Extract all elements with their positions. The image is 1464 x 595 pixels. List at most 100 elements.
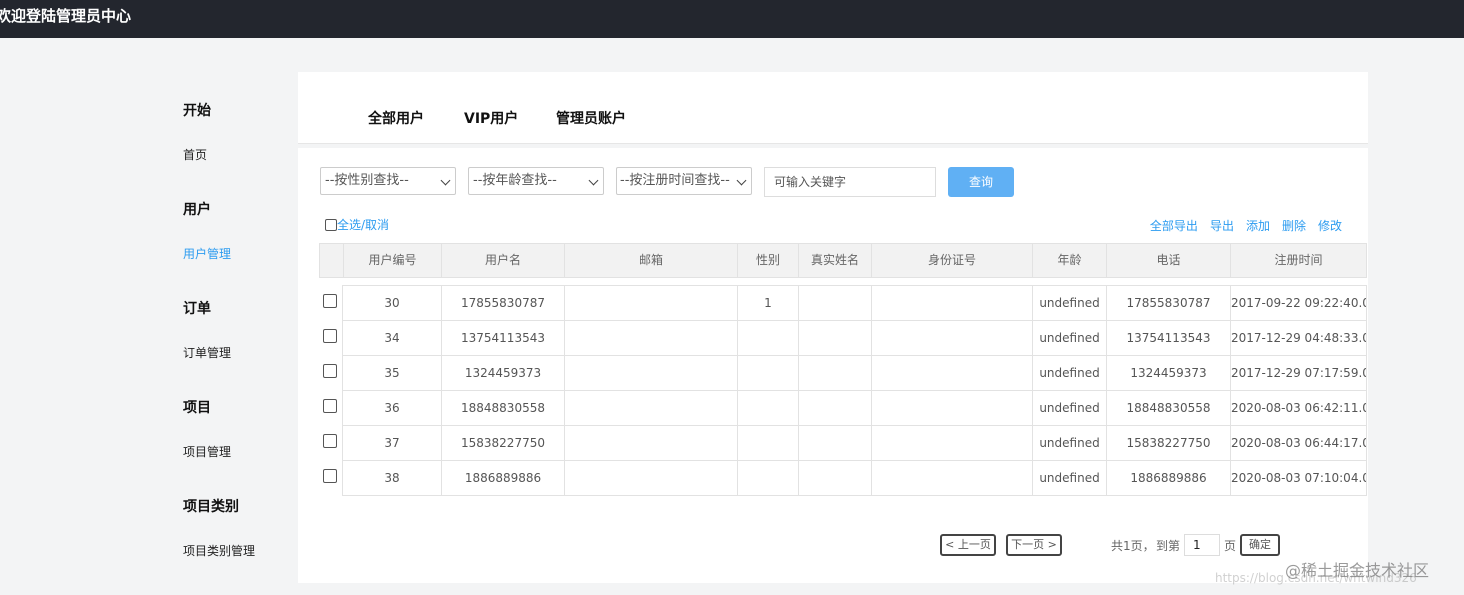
cell-age: undefined [1032, 356, 1106, 390]
sidebar-group-title-projects: 项目 [183, 400, 211, 416]
cell-regtime: 2017-12-29 04:48:33.0 [1230, 321, 1366, 355]
row-checkbox[interactable] [323, 399, 337, 413]
row-checkbox[interactable] [323, 364, 337, 378]
cell-gender [737, 356, 798, 390]
row-checkbox[interactable] [323, 294, 337, 308]
header-gender: 性别 [737, 244, 798, 277]
sidebar-group-title-orders: 订单 [183, 301, 211, 317]
tab-all-users[interactable]: 全部用户 [368, 108, 424, 128]
confirm-page-button[interactable]: 确定 [1240, 534, 1280, 556]
cell-phone: 1324459373 [1106, 356, 1230, 390]
cell-email [564, 286, 737, 320]
cell-id: 34 [384, 331, 400, 345]
delete-link[interactable]: 删除 [1282, 217, 1306, 234]
cell-username: 1324459373 [441, 356, 564, 390]
header-real-name: 真实姓名 [798, 244, 871, 277]
chevron-down-icon [588, 175, 599, 186]
gender-filter-select[interactable]: --按性别查找-- [320, 167, 456, 195]
prev-page-button[interactable]: < 上一页 [940, 534, 996, 556]
query-button[interactable]: 查询 [948, 167, 1014, 197]
cell-phone: 18848830558 [1106, 391, 1230, 425]
table-row: 34 13754113543 undefined 13754113543 2017-12… [342, 321, 1367, 356]
action-links: 全部导出 导出 添加 删除 修改 [1150, 217, 1342, 234]
cell-age: undefined [1032, 426, 1106, 460]
cell-realname [798, 356, 871, 390]
row-checkbox[interactable] [323, 329, 337, 343]
page-title: 欢迎登陆管理员中心 [0, 7, 132, 25]
cell-username: 17855830787 [441, 286, 564, 320]
top-bar: 欢迎登陆管理员中心 [0, 0, 1464, 38]
select-all-label: 全选/取消 [337, 218, 390, 232]
select-all-checkbox[interactable] [325, 218, 337, 231]
sidebar-item-project-category-management[interactable]: 项目类别管理 [183, 542, 255, 559]
cell-idcard [871, 426, 1032, 460]
table-row: 38 1886889886 undefined 1886889886 2020-08-0… [342, 461, 1367, 496]
table-row: 36 18848830558 undefined 18848830558 2020-08… [342, 391, 1367, 426]
page-unit-label: 页 [1224, 539, 1237, 553]
page-number-input[interactable] [1184, 534, 1220, 556]
cell-id: 37 [384, 436, 400, 450]
cell-gender [737, 391, 798, 425]
header-user-id: 用户编号 [343, 244, 441, 277]
regtime-filter-select[interactable]: --按注册时间查找-- [616, 167, 752, 195]
export-link[interactable]: 导出 [1210, 217, 1234, 234]
sidebar-group-title-project-categories: 项目类别 [183, 499, 239, 515]
cell-username: 18848830558 [441, 391, 564, 425]
age-filter-select[interactable]: --按年龄查找-- [468, 167, 604, 195]
cell-phone: 15838227750 [1106, 426, 1230, 460]
header-phone: 电话 [1106, 244, 1230, 277]
cell-gender: 1 [737, 286, 798, 320]
cell-realname [798, 321, 871, 355]
cell-email [564, 356, 737, 390]
sidebar-group-title-start: 开始 [183, 103, 211, 119]
edit-link[interactable]: 修改 [1318, 217, 1342, 234]
gender-filter-value: --按性别查找-- [325, 173, 409, 188]
header-register-time: 注册时间 [1230, 244, 1366, 277]
cell-age: undefined [1032, 286, 1106, 320]
goto-label: 到第 [1156, 539, 1181, 553]
chevron-down-icon [736, 175, 747, 186]
table-row: 30 17855830787 1 undefined 17855830787 2017-0… [342, 286, 1367, 321]
cell-gender [737, 321, 798, 355]
cell-regtime: 2017-09-22 09:22:40.0 [1230, 286, 1366, 320]
cell-regtime: 2020-08-03 07:10:04.0 [1230, 461, 1366, 495]
main-panel: --按性别查找-- --按年龄查找-- --按注册时间查找-- 查询 全选/取消… [298, 148, 1368, 583]
cell-regtime: 2017-12-29 07:17:59.0 [1230, 356, 1366, 390]
cell-email [564, 426, 737, 460]
table-row: 37 15838227750 undefined 15838227750 2020-08… [342, 426, 1367, 461]
sidebar-item-order-management[interactable]: 订单管理 [183, 344, 231, 361]
cell-idcard [871, 286, 1032, 320]
cell-realname [798, 426, 871, 460]
sidebar-item-project-management[interactable]: 项目管理 [183, 443, 231, 460]
table-header: 用户编号 用户名 邮箱 性别 真实姓名 身份证号 年龄 电话 注册时间 [319, 243, 1367, 278]
cell-email [564, 391, 737, 425]
add-link[interactable]: 添加 [1246, 217, 1270, 234]
tab-admin-accounts[interactable]: 管理员账户 [556, 108, 626, 128]
cell-phone: 1886889886 [1106, 461, 1230, 495]
cell-age: undefined [1032, 321, 1106, 355]
cell-gender [737, 461, 798, 495]
header-id-card: 身份证号 [871, 244, 1032, 277]
header-email: 邮箱 [564, 244, 737, 277]
cell-username: 13754113543 [441, 321, 564, 355]
tab-vip-users[interactable]: VIP用户 [464, 108, 518, 128]
cell-realname [798, 391, 871, 425]
header-checkbox-column [320, 244, 343, 277]
total-pages-text: 共1页， [1111, 539, 1155, 553]
cell-id: 30 [384, 296, 400, 310]
next-page-button[interactable]: 下一页 > [1006, 534, 1062, 556]
cell-username: 15838227750 [441, 426, 564, 460]
export-all-link[interactable]: 全部导出 [1150, 217, 1198, 234]
cell-age: undefined [1032, 391, 1106, 425]
cell-idcard [871, 391, 1032, 425]
sidebar-item-user-management[interactable]: 用户管理 [183, 245, 231, 262]
row-checkbox[interactable] [323, 434, 337, 448]
select-all-toggle[interactable]: 全选/取消 [325, 216, 389, 233]
sidebar-item-home[interactable]: 首页 [183, 146, 207, 163]
chevron-down-icon [440, 175, 451, 186]
cell-regtime: 2020-08-03 06:42:11.0 [1230, 391, 1366, 425]
cell-id: 35 [384, 366, 400, 380]
cell-phone: 13754113543 [1106, 321, 1230, 355]
row-checkbox[interactable] [323, 469, 337, 483]
keyword-search-input[interactable] [764, 167, 936, 197]
